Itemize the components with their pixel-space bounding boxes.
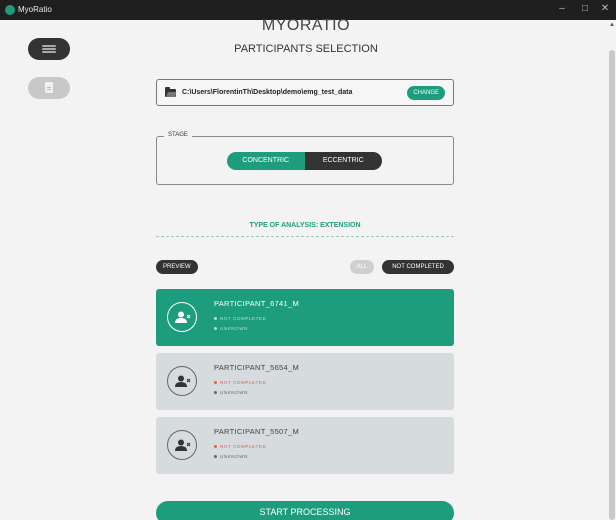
participant-info: UNKNOWN	[214, 326, 248, 331]
scrollbar[interactable]: ▲	[608, 20, 616, 520]
participant-status: NOT COMPLETED	[214, 444, 266, 449]
app-content: ▲ MYORATIO PARTICIPANTS SELECTION C:\Use…	[0, 17, 616, 520]
user-remove-icon	[175, 311, 191, 323]
participant-card[interactable]: PARTICIPANT_6741_M NOT COMPLETED UNKNOWN	[156, 289, 454, 346]
stage-option-eccentric[interactable]: ECCENTRIC	[304, 152, 382, 170]
hamburger-menu-icon	[42, 45, 56, 47]
participant-status: NOT COMPLETED	[214, 316, 266, 321]
minimize-button[interactable]: –	[555, 3, 569, 14]
participant-status: NOT COMPLETED	[214, 380, 266, 385]
participant-name: PARTICIPANT_5654_M	[214, 363, 300, 372]
app-title: MYORATIO	[261, 17, 351, 34]
analysis-type-title: TYPE OF ANALYSIS: EXTENSION	[249, 222, 361, 229]
avatar	[167, 366, 197, 396]
avatar	[167, 302, 197, 332]
participant-card[interactable]: PARTICIPANT_5654_M NOT COMPLETED UNKNOWN	[156, 353, 454, 410]
user-remove-icon	[175, 375, 191, 387]
participant-info: UNKNOWN	[214, 454, 248, 459]
participant-name: PARTICIPANT_6741_M	[214, 299, 300, 308]
avatar	[167, 430, 197, 460]
start-processing-button[interactable]: START PROCESSING	[156, 501, 454, 520]
participant-info: UNKNOWN	[214, 390, 248, 395]
stage-toggle: CONCENTRIC ECCENTRIC	[227, 152, 382, 170]
scroll-up-icon[interactable]: ▲	[609, 22, 615, 28]
user-remove-icon	[175, 439, 191, 451]
preview-button[interactable]: PREVIEW	[156, 260, 198, 274]
folder-icon	[165, 87, 176, 97]
participant-card[interactable]: PARTICIPANT_5507_M NOT COMPLETED UNKNOWN	[156, 417, 454, 474]
stage-group: STAGE CONCENTRIC ECCENTRIC	[156, 132, 454, 185]
close-button[interactable]: ✕	[598, 3, 612, 14]
analysis-divider	[156, 236, 454, 237]
scrollbar-thumb[interactable]	[609, 50, 615, 520]
window-title: MyoRatio	[18, 5, 52, 14]
app-logo-icon	[5, 5, 15, 15]
sidebar-document-button[interactable]	[28, 77, 70, 99]
folder-path-field: C:\Users\FlorentinTh\Desktop\demo\emg_te…	[156, 79, 454, 106]
folder-path-text: C:\Users\FlorentinTh\Desktop\demo\emg_te…	[182, 89, 353, 96]
sidebar-menu-button[interactable]	[28, 38, 70, 60]
document-icon	[45, 82, 53, 93]
change-folder-button[interactable]: CHANGE	[407, 86, 445, 100]
filter-all-button[interactable]: ALL	[350, 260, 374, 274]
page-title: PARTICIPANTS SELECTION	[234, 43, 378, 55]
maximize-button[interactable]: □	[578, 3, 592, 14]
participant-name: PARTICIPANT_5507_M	[214, 427, 300, 436]
stage-legend: STAGE	[164, 132, 192, 138]
stage-option-concentric[interactable]: CONCENTRIC	[227, 152, 305, 170]
filter-not-completed-button[interactable]: NOT COMPLETED	[382, 260, 454, 274]
